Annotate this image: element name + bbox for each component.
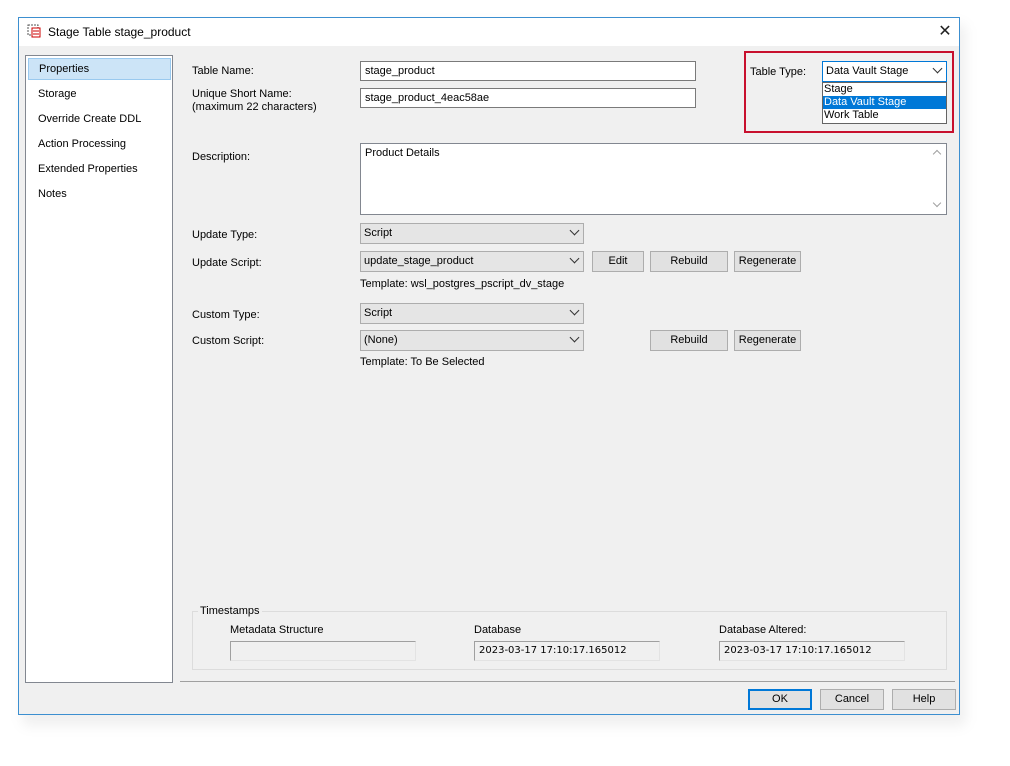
footer-separator	[180, 681, 955, 682]
table-type-label: Table Type:	[750, 66, 807, 78]
custom-type-label: Custom Type:	[192, 309, 260, 321]
dialog-window: Stage Table stage_product ✕ Properties S…	[18, 17, 960, 715]
nav-item-extended-properties[interactable]: Extended Properties	[28, 158, 171, 180]
table-name-input[interactable]: stage_product	[360, 61, 696, 81]
properties-nav-list: Properties Storage Override Create DDL A…	[25, 55, 173, 683]
short-name-label: Unique Short Name:	[192, 88, 292, 100]
table-type-dropdown: Stage Data Vault Stage Work Table	[822, 82, 947, 124]
database-label: Database	[474, 624, 522, 636]
nav-item-override-create-ddl[interactable]: Override Create DDL	[28, 108, 171, 130]
custom-type-value: Script	[364, 307, 393, 319]
cancel-button[interactable]: Cancel	[820, 689, 884, 710]
chevron-down-icon	[932, 63, 943, 74]
option-work-table[interactable]: Work Table	[823, 109, 946, 122]
update-rebuild-button[interactable]: Rebuild	[650, 251, 728, 272]
title-bar: Stage Table stage_product ✕	[19, 18, 959, 46]
table-type-select[interactable]: Data Vault Stage	[822, 61, 947, 82]
update-script-select[interactable]: update_stage_product	[360, 251, 584, 272]
scroll-up-icon	[932, 149, 942, 159]
update-type-value: Script	[364, 227, 393, 239]
custom-script-label: Custom Script:	[192, 335, 265, 347]
update-type-label: Update Type:	[192, 229, 258, 241]
update-script-value: update_stage_product	[364, 255, 474, 267]
chevron-down-icon	[569, 332, 580, 343]
description-textarea[interactable]: Product Details	[360, 143, 947, 215]
close-icon: ✕	[938, 23, 952, 40]
nav-item-storage[interactable]: Storage	[28, 83, 171, 105]
description-label: Description:	[192, 151, 251, 163]
edit-button[interactable]: Edit	[592, 251, 644, 272]
custom-type-select[interactable]: Script	[360, 303, 584, 324]
short-name-hint: (maximum 22 characters)	[192, 101, 317, 113]
update-type-select[interactable]: Script	[360, 223, 584, 244]
stage-table-icon	[27, 24, 41, 38]
chevron-down-icon	[569, 253, 580, 264]
help-button[interactable]: Help	[892, 689, 956, 710]
update-regenerate-button[interactable]: Regenerate	[734, 251, 801, 272]
description-text: Product Details	[365, 147, 440, 159]
scroll-down-icon	[932, 198, 942, 208]
table-name-label: Table Name:	[192, 65, 254, 77]
custom-template-text: Template: To Be Selected	[360, 356, 485, 368]
nav-item-notes[interactable]: Notes	[28, 183, 171, 205]
chevron-down-icon	[569, 225, 580, 236]
metadata-structure-label: Metadata Structure	[230, 624, 324, 636]
ok-button[interactable]: OK	[748, 689, 812, 710]
option-stage[interactable]: Stage	[823, 83, 946, 96]
close-button[interactable]: ✕	[931, 18, 959, 46]
window-title: Stage Table stage_product	[48, 25, 191, 39]
update-script-label: Update Script:	[192, 257, 262, 269]
custom-rebuild-button[interactable]: Rebuild	[650, 330, 728, 351]
nav-item-properties[interactable]: Properties	[28, 58, 171, 80]
nav-item-action-processing[interactable]: Action Processing	[28, 133, 171, 155]
custom-regenerate-button[interactable]: Regenerate	[734, 330, 801, 351]
chevron-down-icon	[569, 305, 580, 316]
database-altered-label: Database Altered:	[719, 624, 807, 636]
update-template-text: Template: wsl_postgres_pscript_dv_stage	[360, 278, 565, 290]
custom-script-value: (None)	[364, 334, 398, 346]
metadata-structure-field	[230, 641, 416, 661]
description-scrollbar[interactable]	[929, 144, 946, 214]
timestamps-group-label: Timestamps	[198, 605, 262, 617]
custom-script-select[interactable]: (None)	[360, 330, 584, 351]
database-timestamp-field: 2023-03-17 17:10:17.165012	[474, 641, 660, 661]
short-name-input[interactable]: stage_product_4eac58ae	[360, 88, 696, 108]
table-type-value: Data Vault Stage	[826, 65, 909, 77]
option-data-vault-stage[interactable]: Data Vault Stage	[823, 96, 946, 109]
database-altered-field: 2023-03-17 17:10:17.165012	[719, 641, 905, 661]
